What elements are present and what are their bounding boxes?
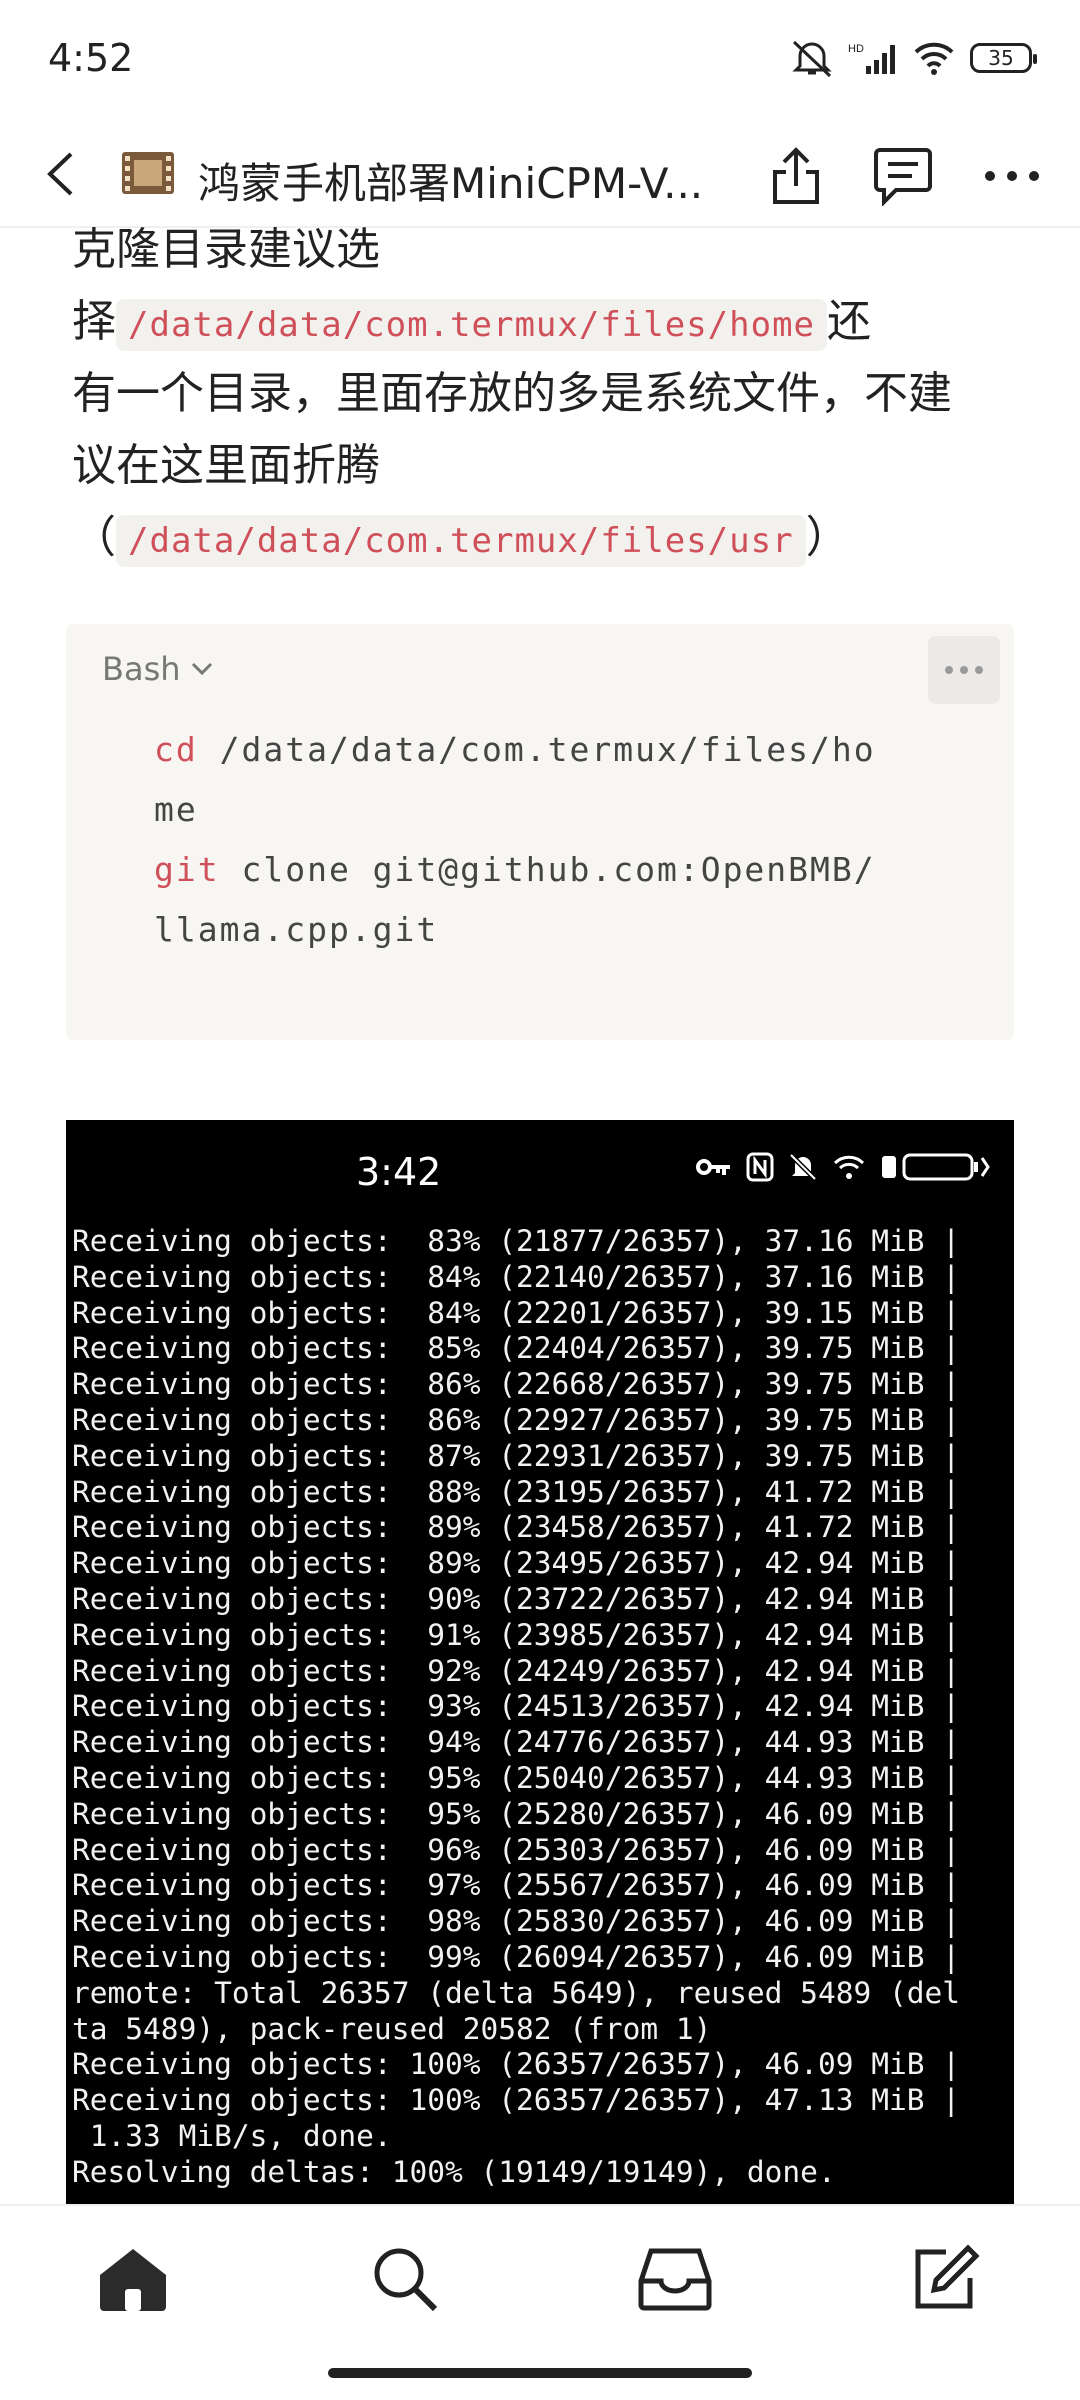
battery-icon <box>882 1153 990 1181</box>
terminal-line: Resolving deltas: 100% (19149/19149), do… <box>72 2154 836 2189</box>
code-text: me <box>154 790 198 829</box>
terminal-line: Receiving objects: 95% (25280/26357), 46… <box>72 1796 961 1831</box>
status-icons: HD 35 <box>790 38 1037 78</box>
terminal-line: Receiving objects: 94% (24776/26357), 44… <box>72 1725 961 1760</box>
paragraph-line: 议在这里面折腾 <box>72 440 380 491</box>
code-keyword: cd <box>154 730 198 769</box>
status-bar: 4:52 HD 35 <box>0 0 1080 120</box>
terminal-line: ta 5489), pack-reused 20582 (from 1) <box>72 2011 712 2046</box>
terminal-line: Receiving objects: 98% (25830/26357), 46… <box>72 1904 961 1939</box>
share-button[interactable] <box>764 144 828 208</box>
compose-icon <box>915 2244 980 2309</box>
terminal-line: Receiving objects: 86% (22927/26357), 39… <box>72 1402 961 1437</box>
film-icon <box>120 148 176 198</box>
mute-icon <box>789 1153 817 1181</box>
terminal-line: Receiving objects: 93% (24513/26357), 42… <box>72 1689 961 1724</box>
back-icon <box>47 152 73 196</box>
back-button[interactable] <box>30 142 90 206</box>
terminal-line: Receiving objects: 84% (22140/26357), 37… <box>72 1259 961 1294</box>
terminal-line: Receiving objects: 87% (22931/26357), 39… <box>72 1438 961 1473</box>
code-more-button[interactable] <box>928 636 1000 704</box>
terminal-line: Receiving objects: 89% (23495/26357), 42… <box>72 1546 961 1581</box>
bottom-nav <box>0 2206 1080 2346</box>
paragraph-line: 择/data/data/com.termux/files/home 还 <box>72 286 1032 358</box>
terminal-line: Receiving objects: 97% (25567/26357), 46… <box>72 1868 961 1903</box>
comment-icon <box>874 148 932 206</box>
inline-code: /data/data/com.termux/files/home <box>116 299 828 351</box>
status-time: 4:52 <box>48 36 134 80</box>
inbox-icon <box>638 2248 712 2311</box>
code-line: cd /data/data/com.termux/files/ho <box>154 720 876 780</box>
wifi-icon <box>833 1155 865 1179</box>
home-indicator[interactable] <box>328 2368 752 2378</box>
terminal-line: Receiving objects: 91% (23985/26357), 42… <box>72 1617 961 1652</box>
terminal-output: Receiving objects: 83% (21877/26357), 37… <box>72 1224 960 2191</box>
code-text: /data/data/com.termux/files/ho <box>197 730 876 769</box>
terminal-line: Receiving objects: 92% (24249/26357), 42… <box>72 1653 961 1688</box>
more-button[interactable] <box>980 144 1044 208</box>
signal-icon: HD <box>848 40 898 76</box>
terminal-line: Receiving objects: 100% (26357/26357), 4… <box>72 2047 961 2082</box>
terminal-line: Receiving objects: 89% (23458/26357), 41… <box>72 1510 961 1545</box>
paragraph-line: 克隆目录建议选 <box>72 224 380 275</box>
more-icon <box>945 666 983 674</box>
terminal-line: Receiving objects: 83% (21877/26357), 37… <box>72 1224 961 1258</box>
nav-inbox-button[interactable] <box>630 2234 720 2324</box>
code-line: git clone git@github.com:OpenBMB/ <box>154 840 876 900</box>
terminal-line: Receiving objects: 100% (26357/26357), 4… <box>72 2083 961 2118</box>
battery-icon: 35 <box>970 43 1037 73</box>
terminal-line: Receiving objects: 85% (22404/26357), 39… <box>72 1331 961 1366</box>
terminal-time: 3:42 <box>356 1150 442 1194</box>
mute-icon <box>790 38 834 78</box>
terminal-status-bar: 3:42 <box>66 1120 1014 1220</box>
wifi-icon <box>912 40 956 76</box>
code-text: llama.cpp.git <box>154 910 439 949</box>
share-icon <box>773 147 819 204</box>
code-text: clone git@github.com:OpenBMB/ <box>219 850 876 889</box>
terminal-line: Receiving objects: 88% (23195/26357), 41… <box>72 1474 961 1509</box>
terminal-line: 1.33 MiB/s, done. <box>72 2118 392 2153</box>
code-keyword: git <box>154 850 220 889</box>
more-icon <box>985 171 1039 181</box>
terminal-line: remote: Total 26357 (delta 5649), reused… <box>72 1975 961 2010</box>
nav-search-button[interactable] <box>360 2234 450 2324</box>
inline-code: /data/data/com.termux/files/usr <box>116 515 806 567</box>
key-icon <box>696 1159 730 1175</box>
svg-text:HD: HD <box>848 43 864 55</box>
chevron-down-icon <box>191 662 212 676</box>
terminal-status-icons <box>696 1152 990 1182</box>
code-line: llama.cpp.git <box>154 900 876 960</box>
paragraph: 克隆目录建议选 择/data/data/com.termux/files/hom… <box>72 214 1032 574</box>
language-selector[interactable]: Bash <box>102 650 213 688</box>
terminal-line: Receiving objects: 96% (25303/26357), 46… <box>72 1832 961 1867</box>
terminal-line: Receiving objects: 99% (26094/26357), 46… <box>72 1939 961 1974</box>
terminal-screenshot[interactable]: 3:42 Receiving objects: 83% (21877/26357… <box>66 1120 1014 2205</box>
paragraph-text: 还 <box>827 296 872 347</box>
paragraph-line: 有一个目录，里面存放的多是系统文件，不建 <box>72 368 952 419</box>
page-title: 鸿蒙手机部署MiniCPM-V... <box>198 159 704 208</box>
home-icon <box>100 2249 166 2311</box>
doc-header: 鸿蒙手机部署MiniCPM-V... <box>0 120 1080 228</box>
comment-button[interactable] <box>870 144 936 208</box>
code-block: Bash cd /data/data/com.termux/files/ho m… <box>66 624 1014 1040</box>
nav-compose-button[interactable] <box>900 2234 990 2324</box>
nav-home-button[interactable] <box>88 2234 178 2324</box>
code-line: me <box>154 780 876 840</box>
terminal-line: Receiving objects: 90% (23722/26357), 42… <box>72 1581 961 1616</box>
code-lines: cd /data/data/com.termux/files/ho me git… <box>154 720 876 960</box>
paragraph-line: （/data/data/com.termux/files/usr） <box>72 502 1032 574</box>
paragraph-text: （ <box>72 512 116 563</box>
terminal-line: Receiving objects: 95% (25040/26357), 44… <box>72 1760 961 1795</box>
terminal-line: Receiving objects: 86% (22668/26357), 39… <box>72 1367 961 1402</box>
paragraph-text: ） <box>805 512 850 563</box>
language-label: Bash <box>102 650 181 688</box>
nfc-icon <box>746 1152 774 1182</box>
terminal-line: Receiving objects: 84% (22201/26357), 39… <box>72 1295 961 1330</box>
paragraph-text: 择 <box>72 296 116 347</box>
search-icon <box>374 2248 438 2312</box>
